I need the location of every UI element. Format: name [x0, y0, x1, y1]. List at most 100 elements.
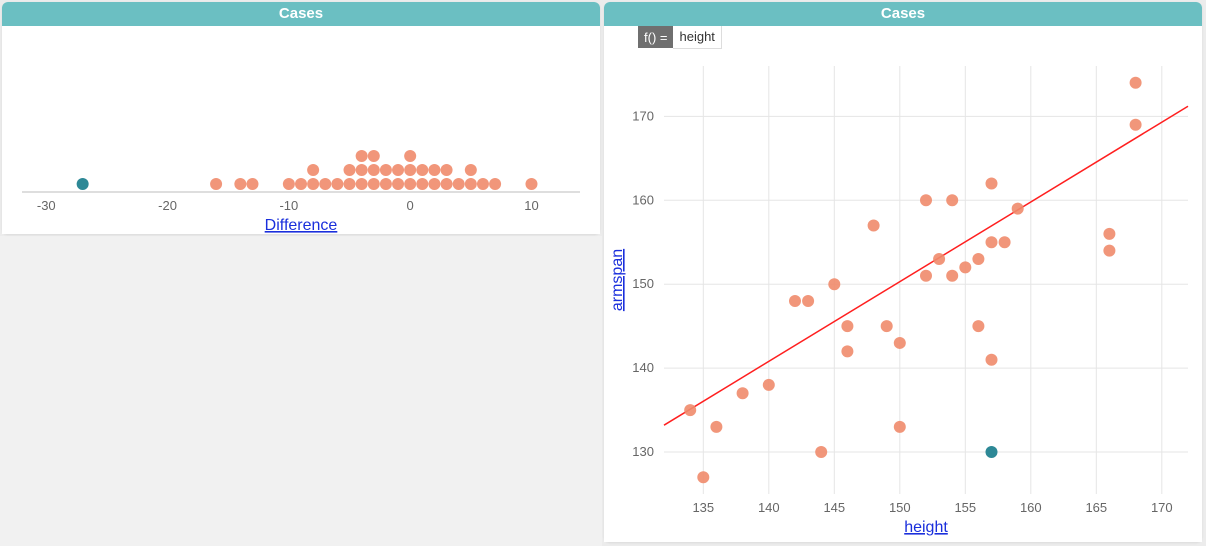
data-point[interactable]	[802, 295, 814, 307]
scatter-panel: Cases f() = height 135140145150155160165…	[604, 2, 1202, 542]
formula-bar[interactable]: f() = height	[638, 26, 722, 48]
svg-text:0: 0	[407, 198, 414, 213]
data-point[interactable]	[356, 178, 368, 190]
data-point[interactable]	[283, 178, 295, 190]
data-point[interactable]	[789, 295, 801, 307]
data-point[interactable]	[1012, 203, 1024, 215]
svg-text:145: 145	[823, 500, 845, 515]
svg-text:160: 160	[1020, 500, 1042, 515]
fit-line[interactable]	[664, 106, 1188, 425]
data-point[interactable]	[307, 178, 319, 190]
data-point[interactable]	[959, 261, 971, 273]
data-point[interactable]	[404, 164, 416, 176]
svg-text:155: 155	[954, 500, 976, 515]
data-point[interactable]	[356, 150, 368, 162]
data-point[interactable]	[946, 270, 958, 282]
data-point[interactable]	[404, 178, 416, 190]
data-point[interactable]	[307, 164, 319, 176]
y-axis-label[interactable]: armspan	[609, 249, 626, 311]
data-point[interactable]	[392, 164, 404, 176]
data-point[interactable]	[246, 178, 258, 190]
data-point[interactable]	[319, 178, 331, 190]
data-point[interactable]	[344, 178, 356, 190]
data-point[interactable]	[920, 270, 932, 282]
data-point-selected[interactable]	[986, 446, 998, 458]
data-point[interactable]	[763, 379, 775, 391]
data-point[interactable]	[428, 164, 440, 176]
data-point[interactable]	[392, 178, 404, 190]
svg-text:-10: -10	[279, 198, 298, 213]
data-point[interactable]	[428, 178, 440, 190]
data-point[interactable]	[489, 178, 501, 190]
left-spacer	[0, 236, 602, 546]
data-point[interactable]	[477, 178, 489, 190]
data-point[interactable]	[295, 178, 307, 190]
data-point[interactable]	[881, 320, 893, 332]
left-column: Cases -30 -20 -10 0 10 Difference	[0, 0, 602, 546]
data-point[interactable]	[946, 194, 958, 206]
svg-text:10: 10	[524, 198, 538, 213]
data-point[interactable]	[684, 404, 696, 416]
svg-text:140: 140	[758, 500, 780, 515]
data-point[interactable]	[986, 177, 998, 189]
data-point[interactable]	[380, 178, 392, 190]
dotplot-panel: Cases -30 -20 -10 0 10 Difference	[2, 2, 600, 234]
data-point[interactable]	[441, 178, 453, 190]
data-point[interactable]	[815, 446, 827, 458]
data-point[interactable]	[525, 178, 537, 190]
data-point[interactable]	[737, 387, 749, 399]
panel-title[interactable]: Cases	[604, 2, 1202, 26]
data-point[interactable]	[972, 253, 984, 265]
data-point[interactable]	[972, 320, 984, 332]
data-point[interactable]	[465, 178, 477, 190]
data-point[interactable]	[986, 354, 998, 366]
data-point[interactable]	[986, 236, 998, 248]
svg-text:135: 135	[692, 500, 714, 515]
data-point[interactable]	[697, 471, 709, 483]
x-axis-label[interactable]: Difference	[265, 217, 338, 234]
data-point[interactable]	[368, 178, 380, 190]
svg-text:165: 165	[1085, 500, 1107, 515]
data-point[interactable]	[920, 194, 932, 206]
data-point[interactable]	[441, 164, 453, 176]
data-point[interactable]	[933, 253, 945, 265]
data-point[interactable]	[416, 164, 428, 176]
data-point[interactable]	[453, 178, 465, 190]
data-point[interactable]	[894, 421, 906, 433]
data-point[interactable]	[404, 150, 416, 162]
svg-text:170: 170	[632, 108, 654, 123]
data-point[interactable]	[465, 164, 477, 176]
data-point[interactable]	[999, 236, 1011, 248]
data-point[interactable]	[841, 345, 853, 357]
svg-text:140: 140	[632, 360, 654, 375]
dotplot-area[interactable]: -30 -20 -10 0 10 Difference	[2, 26, 600, 234]
data-point[interactable]	[234, 178, 246, 190]
data-point[interactable]	[380, 164, 392, 176]
workspace: Cases -30 -20 -10 0 10 Difference Cases f() =…	[0, 0, 1206, 546]
data-point[interactable]	[1130, 119, 1142, 131]
data-point[interactable]	[368, 150, 380, 162]
data-point[interactable]	[416, 178, 428, 190]
data-point[interactable]	[356, 164, 368, 176]
data-point[interactable]	[894, 337, 906, 349]
data-point[interactable]	[1103, 228, 1115, 240]
data-point[interactable]	[841, 320, 853, 332]
svg-text:-20: -20	[158, 198, 177, 213]
data-point[interactable]	[331, 178, 343, 190]
data-point[interactable]	[1130, 77, 1142, 89]
formula-expression[interactable]: height	[673, 26, 721, 49]
data-point[interactable]	[868, 219, 880, 231]
data-point[interactable]	[710, 421, 722, 433]
x-axis-label[interactable]: height	[904, 519, 948, 536]
data-point[interactable]	[210, 178, 222, 190]
data-point[interactable]	[828, 278, 840, 290]
panel-title[interactable]: Cases	[2, 2, 600, 26]
data-point[interactable]	[77, 178, 89, 190]
scatter-area[interactable]: f() = height 135140145150155160165170130…	[604, 26, 1202, 542]
svg-text:-30: -30	[37, 198, 56, 213]
svg-text:130: 130	[632, 444, 654, 459]
data-point[interactable]	[368, 164, 380, 176]
formula-fx-label: f() =	[638, 26, 673, 48]
data-point[interactable]	[344, 164, 356, 176]
data-point[interactable]	[1103, 245, 1115, 257]
